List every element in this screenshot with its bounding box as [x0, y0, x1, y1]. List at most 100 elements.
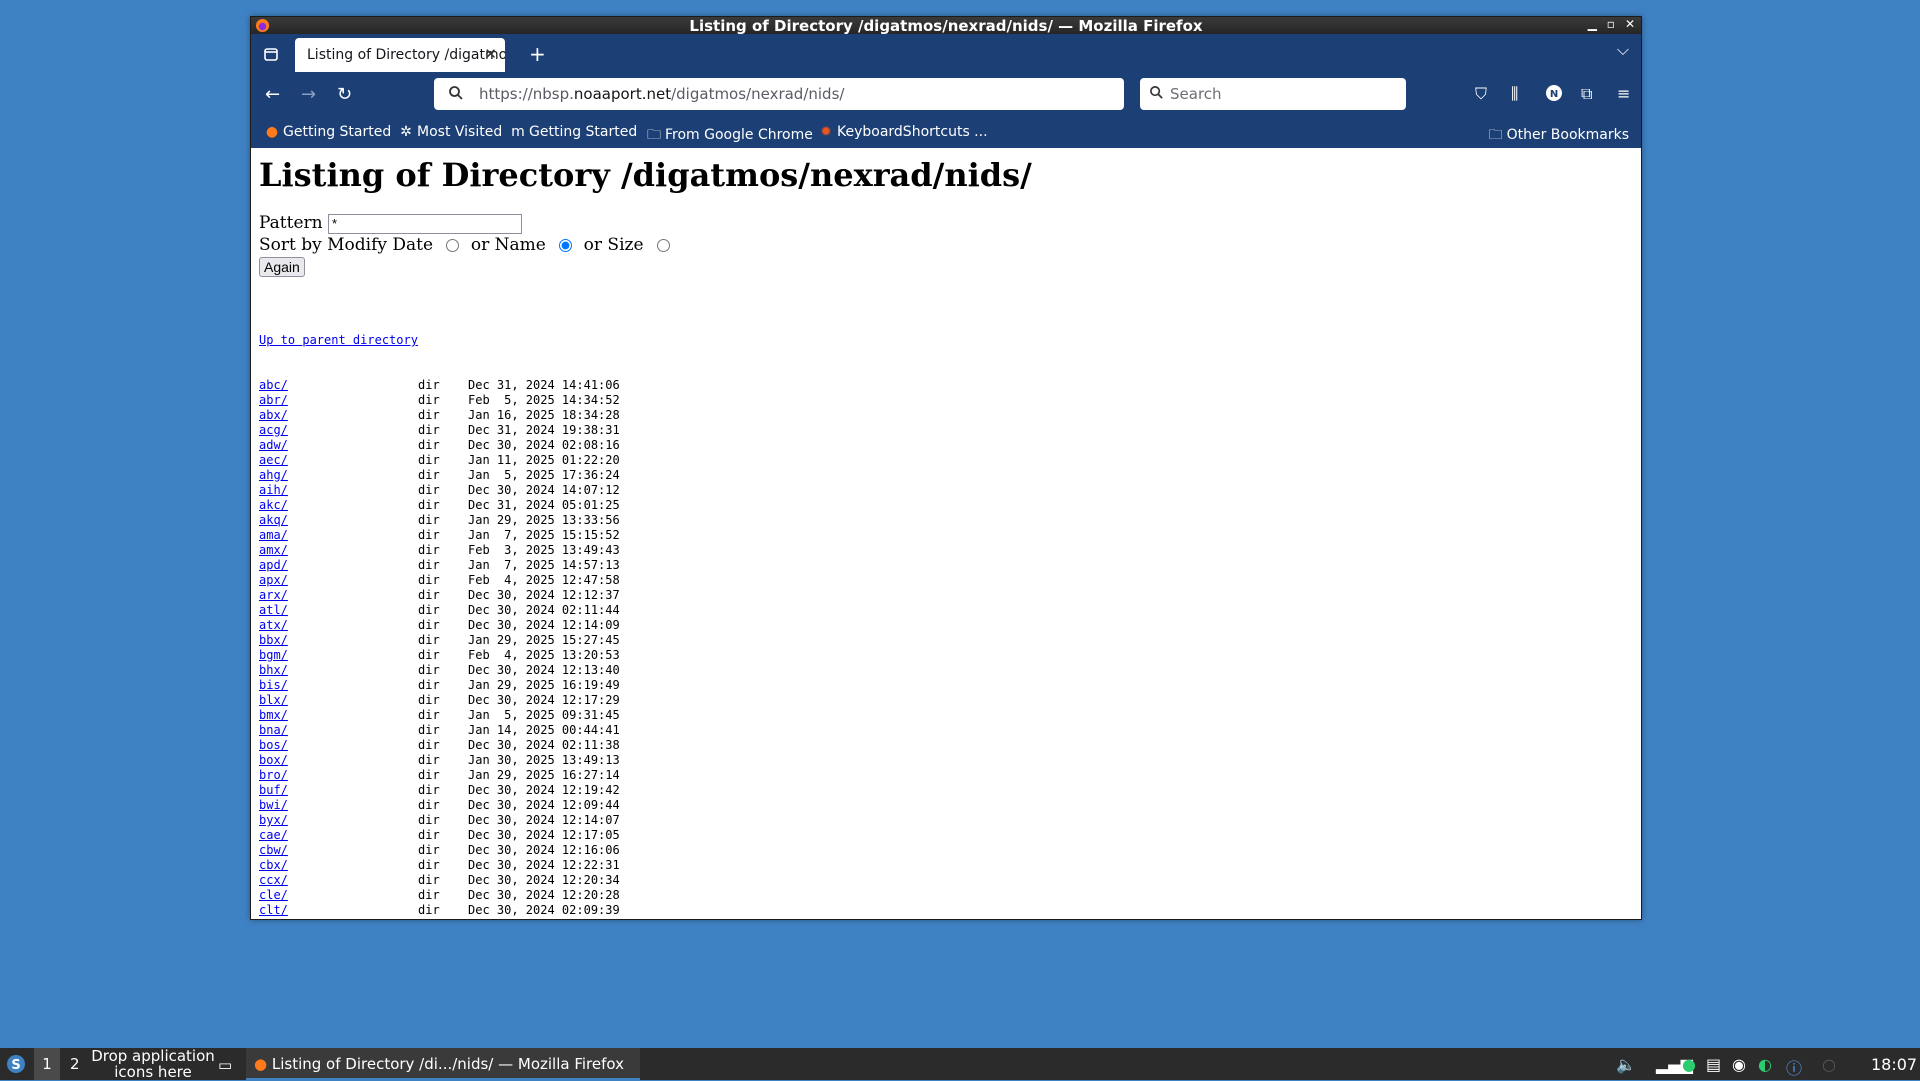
bookmark-getting-started-2[interactable]: m Getting Started [511, 124, 637, 140]
directory-link[interactable]: clt/ [259, 903, 288, 917]
entry-type: dir [418, 378, 440, 392]
again-button[interactable]: Again [259, 257, 305, 277]
maximize-icon[interactable]: ▫ [1607, 17, 1615, 31]
minimize-icon[interactable]: ▁ [1588, 17, 1597, 31]
workspace-2[interactable]: 2 [70, 1055, 80, 1073]
directory-link[interactable]: akq/ [259, 513, 288, 527]
parent-directory-link[interactable]: Up to parent directory [259, 333, 418, 347]
bookmark-folder-google-chrome[interactable]: 🗀 From Google Chrome [647, 124, 813, 148]
directory-link[interactable]: apx/ [259, 573, 288, 587]
library-icon[interactable]: ⫼ [1511, 84, 1518, 104]
wifi-icon[interactable]: ◉ [1732, 1055, 1746, 1074]
listing-row: akq/dir Jan 29, 2025 13:33:56 [259, 513, 1641, 528]
directory-link[interactable]: buf/ [259, 783, 288, 797]
directory-link[interactable]: adw/ [259, 438, 288, 452]
directory-link[interactable]: aec/ [259, 453, 288, 467]
entry-type: dir [418, 573, 440, 587]
directory-link[interactable]: abx/ [259, 408, 288, 422]
directory-link[interactable]: abc/ [259, 378, 288, 392]
taskbar-firefox-item[interactable]: ● Listing of Directory /di.../nids/ — Mo… [246, 1048, 640, 1080]
directory-link[interactable]: cbx/ [259, 858, 288, 872]
directory-link[interactable]: clx/ [259, 918, 288, 919]
directory-link[interactable]: bhx/ [259, 663, 288, 677]
directory-link[interactable]: ahg/ [259, 468, 288, 482]
reload-icon[interactable]: ↻ [337, 84, 352, 105]
entry-type: dir [418, 708, 440, 722]
url-bar[interactable]: https://nbsp.noaaport.net/digatmos/nexra… [434, 78, 1124, 110]
menu-icon[interactable]: ≡ [1617, 84, 1630, 103]
power-icon[interactable]: ○ [1822, 1055, 1836, 1074]
directory-link[interactable]: atl/ [259, 603, 288, 617]
search-field[interactable]: Search [1140, 78, 1406, 110]
tab-active[interactable]: Listing of Directory /digatmos/nexrad/ni… [295, 38, 505, 72]
list-tabs-icon[interactable]: ⌵ [1617, 40, 1629, 60]
directory-link[interactable]: bgm/ [259, 648, 288, 662]
listing-row: box/dir Jan 30, 2025 13:49:13 [259, 753, 1641, 768]
directory-link[interactable]: byx/ [259, 813, 288, 827]
directory-link[interactable]: bna/ [259, 723, 288, 737]
bookmark-keyboard-shortcuts[interactable]: ✹ KeyboardShortcuts ... [819, 124, 987, 140]
sort-size-radio[interactable] [656, 239, 670, 252]
info-icon[interactable]: ⓘ [1786, 1055, 1802, 1079]
directory-link[interactable]: cae/ [259, 828, 288, 842]
entry-type: dir [418, 903, 440, 917]
extensions-icon[interactable]: ⧉ [1581, 84, 1592, 104]
directory-link[interactable]: bos/ [259, 738, 288, 752]
new-tab-icon[interactable]: + [529, 42, 546, 66]
directory-link[interactable]: aih/ [259, 483, 288, 497]
directory-link[interactable]: bmx/ [259, 708, 288, 722]
close-window-icon[interactable]: ✕ [1625, 17, 1635, 31]
close-tab-icon[interactable]: ✕ [484, 45, 497, 63]
entry-modified: Jan 7, 2025 14:57:13 [468, 558, 620, 572]
url-prefix: https://nbsp. [479, 85, 574, 103]
directory-link[interactable]: atx/ [259, 618, 288, 632]
directory-link[interactable]: akc/ [259, 498, 288, 512]
directory-link[interactable]: ccx/ [259, 873, 288, 887]
firefox-view-icon[interactable] [259, 42, 283, 66]
directory-link[interactable]: cbw/ [259, 843, 288, 857]
entry-type: dir [418, 918, 468, 919]
bookmark-getting-started[interactable]: ● Getting Started [265, 124, 391, 140]
show-desktop-icon[interactable]: ▭ [218, 1056, 232, 1074]
directory-link[interactable]: apd/ [259, 558, 288, 572]
directory-link[interactable]: amx/ [259, 543, 288, 557]
bookmark-other-bookmarks[interactable]: 🗀 Other Bookmarks [1489, 124, 1629, 148]
directory-link[interactable]: ama/ [259, 528, 288, 542]
listing-row: ahg/dir Jan 5, 2025 17:36:24 [259, 468, 1641, 483]
sort-date-radio[interactable] [446, 239, 460, 252]
entry-type: dir [418, 483, 440, 497]
directory-link[interactable]: blx/ [259, 693, 288, 707]
pocket-icon[interactable]: ⛉ [1475, 84, 1487, 104]
account-icon[interactable]: N [1545, 84, 1563, 106]
back-icon[interactable]: ← [265, 84, 280, 105]
launcher-drop-area[interactable]: Drop application icons here [88, 1048, 218, 1080]
pattern-input[interactable] [328, 213, 523, 234]
sort-name-radio[interactable] [559, 239, 573, 252]
directory-link[interactable]: arx/ [259, 588, 288, 602]
title-bar[interactable]: Listing of Directory /digatmos/nexrad/ni… [251, 17, 1641, 35]
listing-row: adw/dir Dec 30, 2024 02:08:16 [259, 438, 1641, 453]
directory-link[interactable]: bbx/ [259, 633, 288, 647]
clipboard-icon[interactable]: ▤ [1706, 1055, 1721, 1074]
directory-link[interactable]: box/ [259, 753, 288, 767]
entry-modified: Dec 30, 2024 12:12:37 [468, 588, 620, 602]
start-menu-icon[interactable]: S [6, 1054, 26, 1078]
directory-link[interactable]: cle/ [259, 888, 288, 902]
bluetooth-icon[interactable]: ● [1682, 1055, 1696, 1074]
directory-link[interactable]: bro/ [259, 768, 288, 782]
entry-type: dir [418, 408, 440, 422]
entry-modified: Dec 30, 2024 02:08:16 [468, 438, 620, 452]
entry-modified: Feb 4, 2025 13:20:53 [468, 648, 620, 662]
directory-link[interactable]: bwi/ [259, 798, 288, 812]
search-icon [448, 85, 464, 105]
volume-icon[interactable]: 🔈 [1616, 1055, 1636, 1074]
or-size-label: or Size [583, 235, 644, 255]
update-icon[interactable]: ◐ [1758, 1055, 1772, 1074]
workspace-1[interactable]: 1 [34, 1048, 60, 1080]
directory-link[interactable]: acg/ [259, 423, 288, 437]
bookmark-most-visited[interactable]: ✲ Most Visited [399, 124, 502, 140]
directory-link[interactable]: bis/ [259, 678, 288, 692]
browser-window: Listing of Directory /digatmos/nexrad/ni… [250, 16, 1642, 920]
forward-icon[interactable]: → [301, 84, 316, 105]
directory-link[interactable]: abr/ [259, 393, 288, 407]
